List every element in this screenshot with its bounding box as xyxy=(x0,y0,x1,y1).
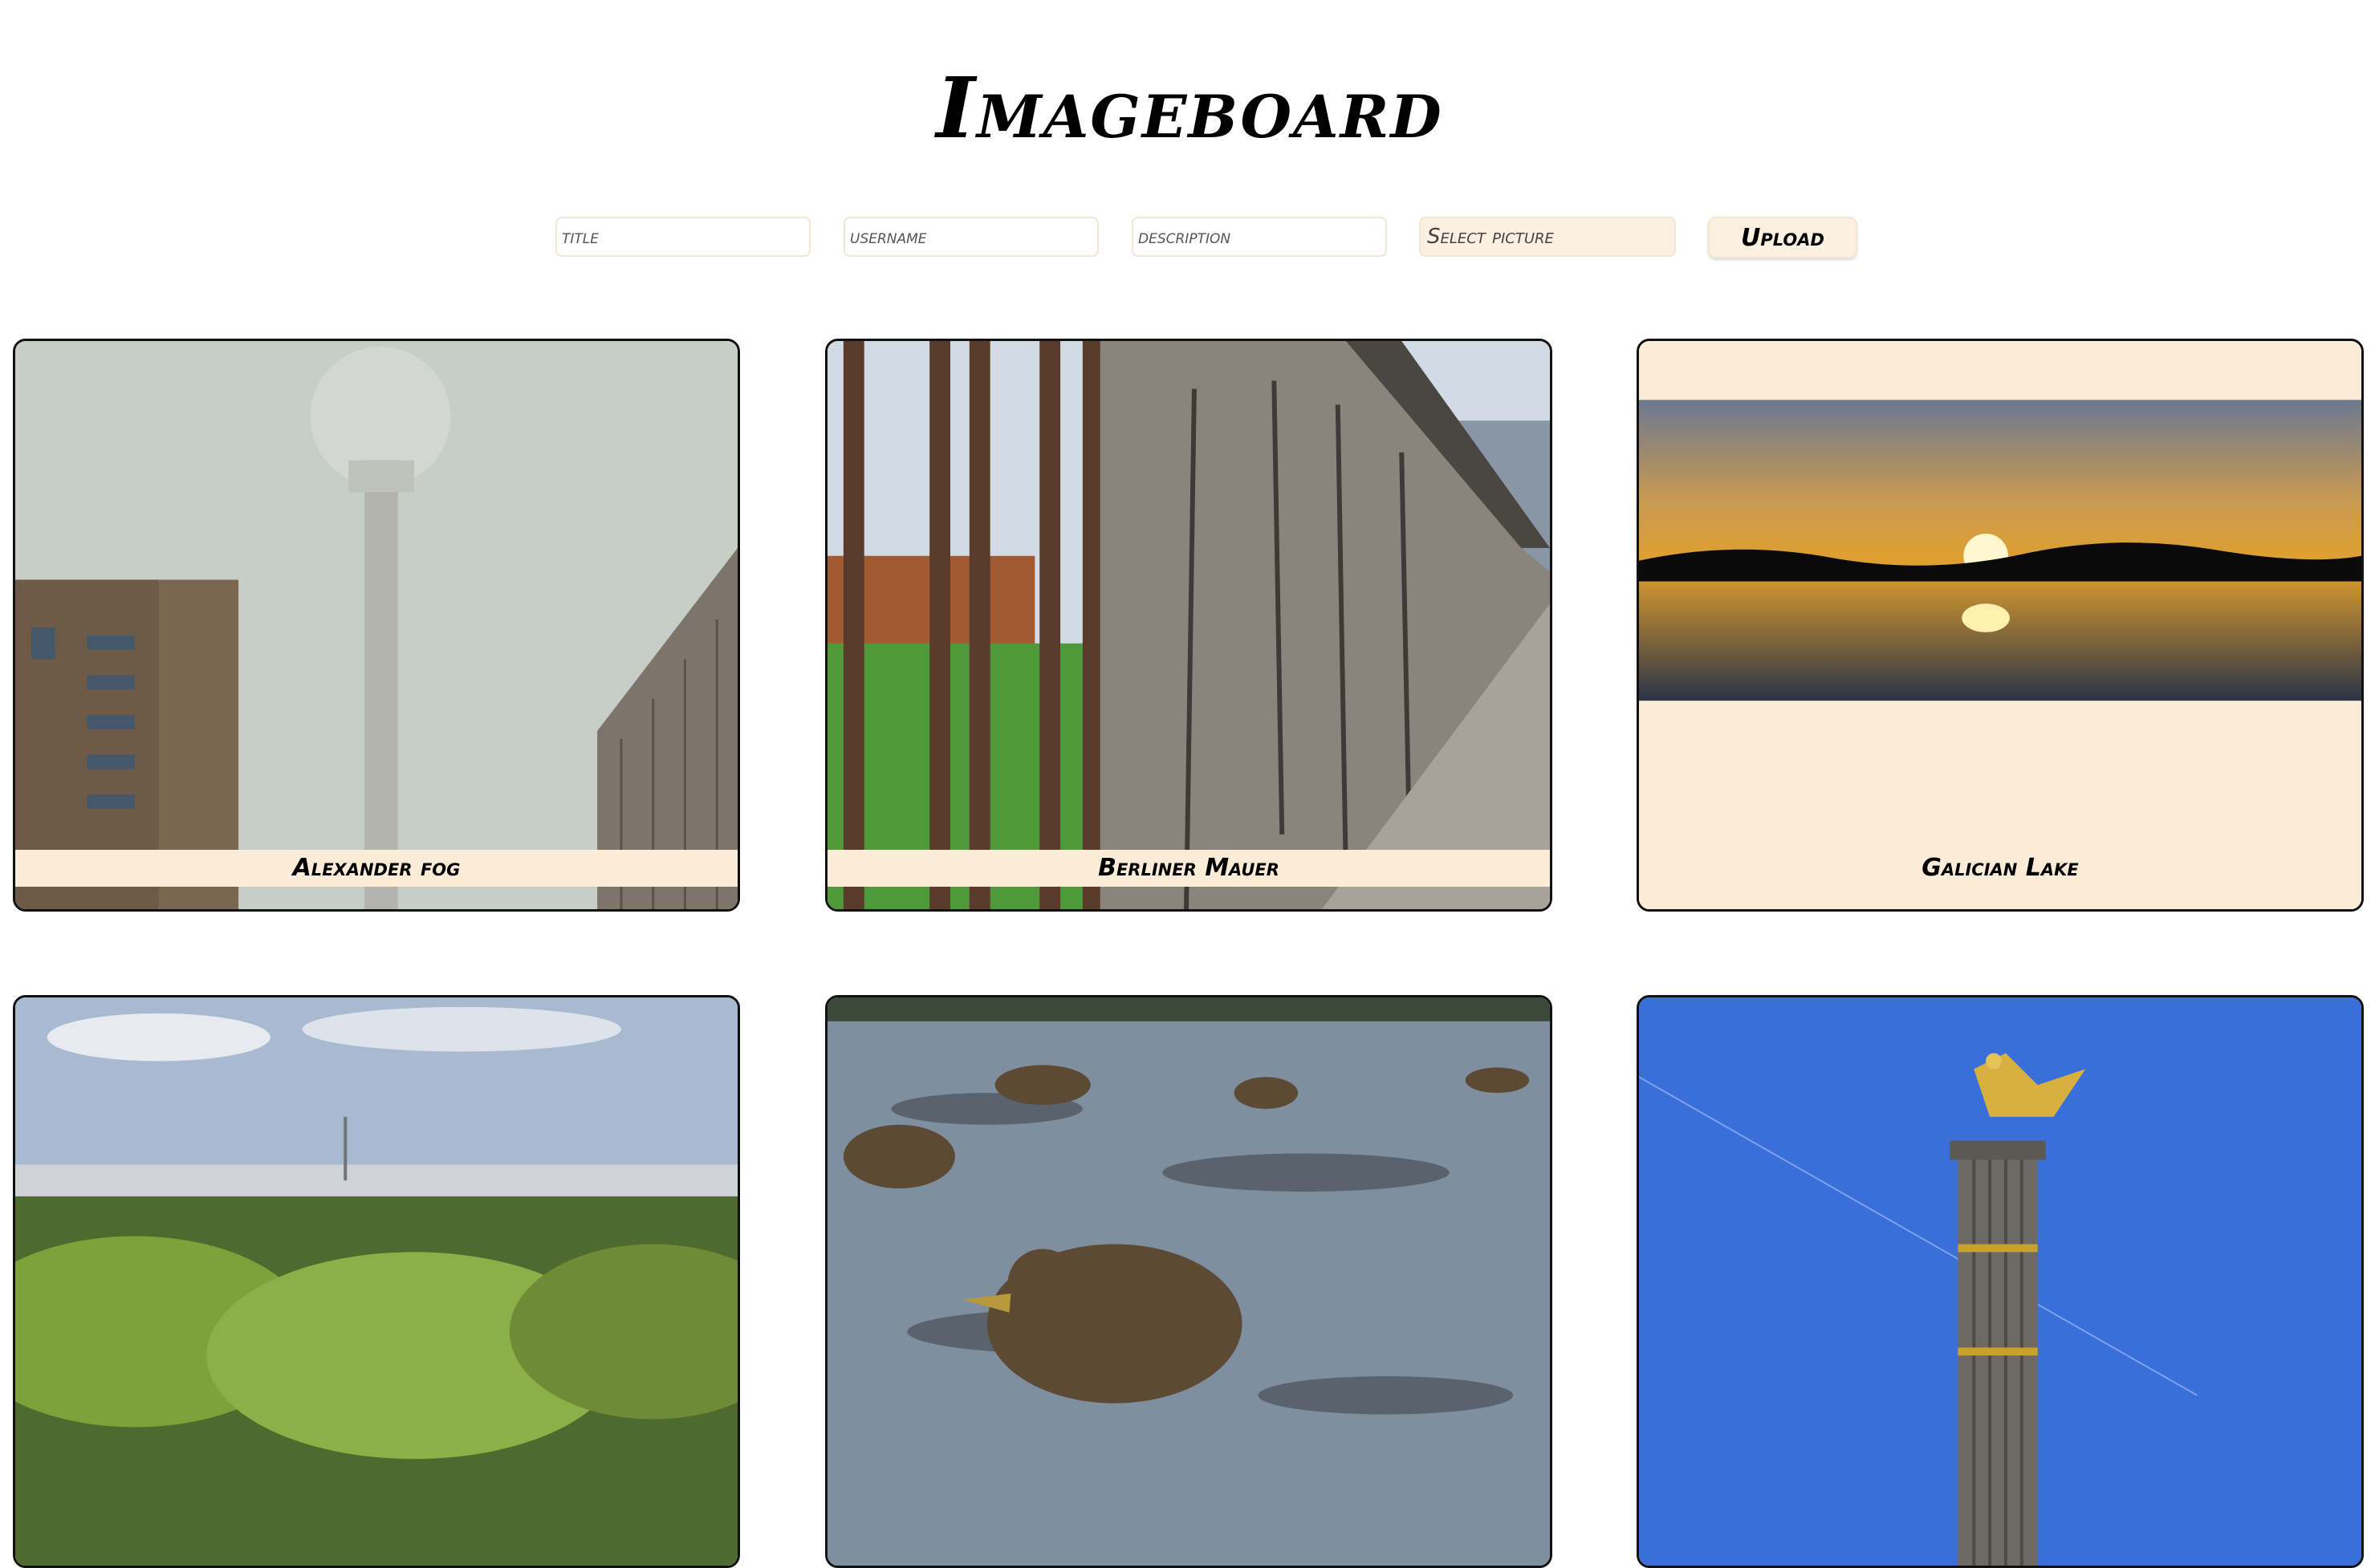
image-title: Galician Lake xyxy=(1639,850,2361,887)
file-select-input[interactable]: Select picture xyxy=(1419,217,1676,257)
image-thumbnail[interactable] xyxy=(15,341,738,909)
image-thumbnail[interactable] xyxy=(1639,997,2361,1566)
image-card[interactable]: Alexander fog xyxy=(13,339,740,912)
image-card[interactable]: Galician Lake xyxy=(1637,339,2364,912)
image-card[interactable] xyxy=(825,995,1552,1568)
upload-button[interactable]: Upload xyxy=(1708,217,1857,258)
file-select-label: Select picture xyxy=(1427,225,1554,249)
description-input[interactable] xyxy=(1132,217,1387,257)
image-card[interactable]: Berliner Mauer xyxy=(825,339,1552,912)
upload-form: Select picture Upload xyxy=(0,0,2379,273)
image-thumbnail[interactable] xyxy=(828,341,1550,909)
username-input[interactable] xyxy=(844,217,1099,257)
title-input[interactable] xyxy=(555,217,811,257)
image-title: Alexander fog xyxy=(15,850,738,887)
image-thumbnail[interactable] xyxy=(1639,341,2361,909)
image-thumbnail[interactable] xyxy=(828,997,1550,1566)
image-card[interactable] xyxy=(1637,995,2364,1568)
image-title: Berliner Mauer xyxy=(828,850,1550,887)
image-card[interactable] xyxy=(13,995,740,1568)
image-thumbnail[interactable] xyxy=(15,997,738,1566)
